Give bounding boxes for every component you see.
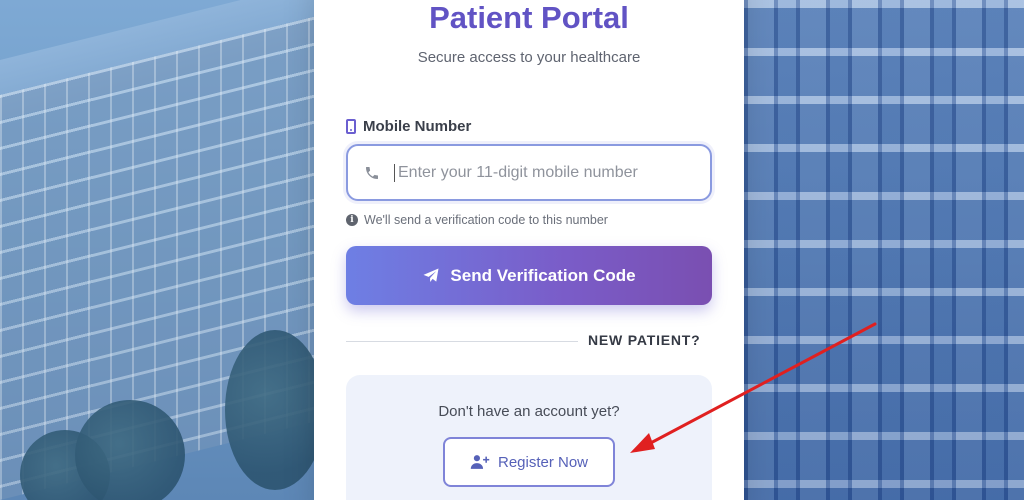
tree xyxy=(225,330,325,490)
send-verification-code-button[interactable]: Send Verification Code xyxy=(346,246,712,305)
tree xyxy=(75,400,185,500)
info-icon: i xyxy=(346,214,358,226)
user-plus-icon xyxy=(470,455,490,469)
register-now-label: Register Now xyxy=(497,453,589,471)
phone-handset-icon xyxy=(364,165,380,181)
mobile-number-label-text: Mobile Number xyxy=(363,118,472,135)
register-panel: Don't have an account yet? Register Now xyxy=(346,375,712,500)
building-right-overlay xyxy=(744,0,1024,500)
verification-hint-text: We'll send a verification code to this n… xyxy=(364,213,608,227)
send-verification-code-label: Send Verification Code xyxy=(450,265,636,285)
register-question: Don't have an account yet? xyxy=(438,403,620,420)
mobile-input-container xyxy=(346,144,712,201)
new-patient-divider-label: NEW PATIENT? xyxy=(588,332,701,348)
divider-line xyxy=(346,341,578,342)
login-card: Patient Portal Secure access to your hea… xyxy=(314,0,744,500)
verification-hint: i We'll send a verification code to this… xyxy=(346,213,608,227)
mobile-number-input[interactable] xyxy=(394,163,710,182)
page-title: Patient Portal xyxy=(429,0,629,35)
register-now-button[interactable]: Register Now xyxy=(443,437,615,487)
mobile-number-label: Mobile Number xyxy=(346,118,471,135)
page-subtitle: Secure access to your healthcare xyxy=(417,49,641,66)
paper-plane-icon xyxy=(423,268,439,282)
mobile-phone-icon xyxy=(346,119,356,134)
